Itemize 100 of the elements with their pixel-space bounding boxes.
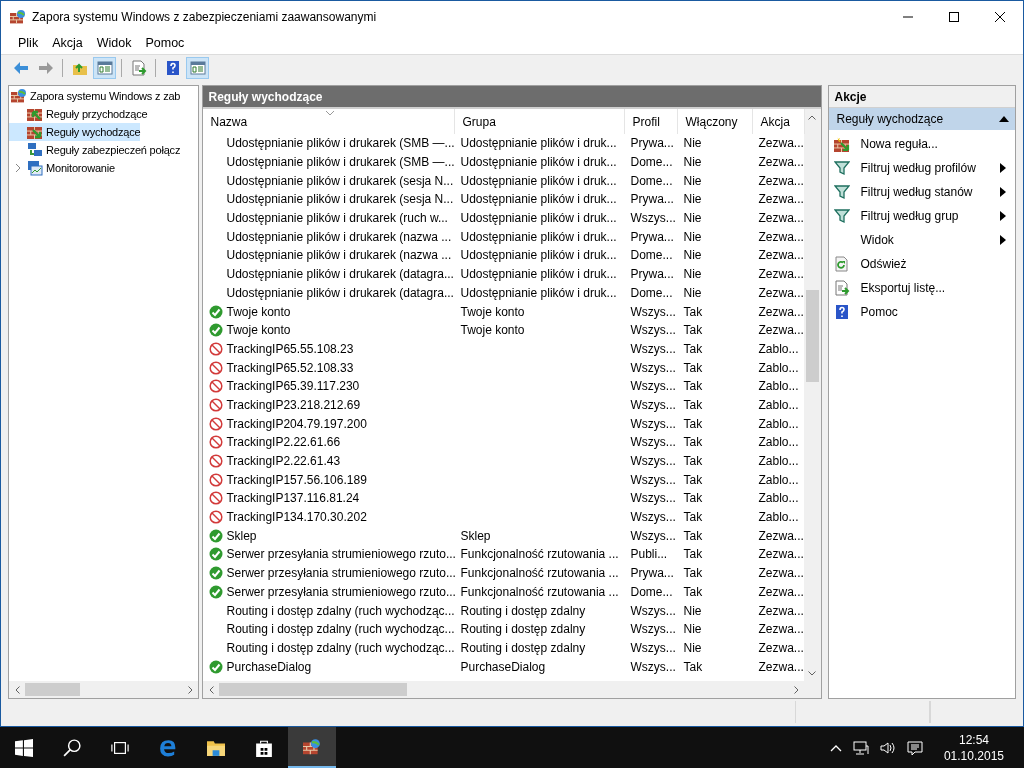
prohibited-icon <box>209 491 224 506</box>
toolbar-button[interactable] <box>186 57 209 79</box>
table-cell-text: Nie <box>682 284 703 302</box>
shopping-bag-icon <box>255 738 273 757</box>
table-cell: Serwer przesyłania strumieniowego rzuto... <box>203 563 456 583</box>
table-cell-text: Routing i dostęp zdalny (ruch wychodząc... <box>225 602 456 620</box>
check-circle-icon <box>209 323 224 338</box>
table-cell-text: Wszys... <box>629 490 677 508</box>
table-cell-text: Nie <box>682 210 703 228</box>
firewall-globe-icon <box>303 737 321 756</box>
scrollbar-thumb[interactable] <box>25 683 81 696</box>
table-cell: TrackingIP2.22.61.43 <box>203 451 456 471</box>
table-cell-text: Zezwa... <box>757 247 805 265</box>
help-icon <box>164 60 181 76</box>
horizontal-scrollbar[interactable] <box>9 681 199 698</box>
prohibited-icon <box>209 379 224 394</box>
tree-item[interactable]: Reguły zabezpieczeń połącz <box>9 141 181 159</box>
column-header[interactable]: Nazwa <box>203 109 456 134</box>
column-header[interactable]: Profil <box>625 109 679 134</box>
section-header[interactable]: Reguły wychodzące <box>829 108 1015 130</box>
table-cell-text: Tak <box>682 471 704 489</box>
scroll-left-icon[interactable] <box>209 685 214 694</box>
submenu-arrow-icon <box>1000 211 1006 221</box>
table-cell-text: Routing i dostęp zdalny <box>459 621 587 639</box>
maximize-icon <box>949 11 959 22</box>
action-item[interactable]: Filtruj według profilów <box>829 156 1015 180</box>
action-item[interactable]: Filtruj według grup <box>829 204 1015 228</box>
scrollbar-thumb[interactable] <box>219 683 408 696</box>
table-cell-text: Zablo... <box>757 415 800 433</box>
table-cell-text: Wszys... <box>629 359 677 377</box>
tree-item[interactable]: Reguły przychodzące <box>9 105 148 123</box>
table-cell-text: Zezwa... <box>757 565 805 583</box>
table-cell-text: Zezwa... <box>757 658 805 676</box>
table-cell-text: Nie <box>682 172 703 190</box>
tree-item[interactable]: Zapora systemu Windows z zab <box>9 87 199 105</box>
table-cell-text: Funkcjonalność rzutowania ... <box>459 565 620 583</box>
scrollbar-thumb[interactable] <box>806 290 820 382</box>
caret-up-icon[interactable] <box>829 743 842 752</box>
column-header[interactable]: Włączony <box>678 109 754 134</box>
table-cell-text: Udostępnianie plików i drukarek (datagra... <box>225 284 455 302</box>
table-cell-text: Dome... <box>629 154 674 172</box>
new-rule-icon <box>834 136 851 152</box>
tree-item[interactable]: Reguły wychodzące <box>9 123 141 141</box>
table-cell-text: Zablo... <box>757 340 800 358</box>
submenu-arrow-icon <box>1000 235 1006 245</box>
horizontal-scrollbar[interactable] <box>203 681 805 698</box>
table-cell-text: Wszys... <box>629 639 677 657</box>
clock[interactable]: 12:54 01.10.2015 <box>943 731 1004 764</box>
table-cell-text: Funkcjonalność rzutowania ... <box>459 583 620 601</box>
table-cell-text: Publi... <box>629 546 669 564</box>
table-cell-text: Wszys... <box>629 303 677 321</box>
vertical-scrollbar[interactable] <box>804 109 822 698</box>
table-cell: Sklep <box>203 526 456 546</box>
prohibited-icon <box>209 341 224 356</box>
table-cell-text: Funkcjonalność rzutowania ... <box>459 546 620 564</box>
network-icon[interactable] <box>852 739 869 756</box>
table-cell-text: Nie <box>682 191 703 209</box>
table-cell-text: Nie <box>682 602 703 620</box>
table-cell: TrackingIP134.170.30.202 <box>203 507 456 527</box>
table-cell-text: Zezwa... <box>757 228 805 246</box>
menu-item[interactable]: Plik <box>11 36 46 50</box>
action-item[interactable]: Nowa reguła... <box>829 132 1015 156</box>
scroll-up-icon[interactable] <box>808 114 817 120</box>
folder-icon <box>207 738 225 757</box>
table-cell-text: Udostępnianie plików i drukarek (sesja N... <box>225 191 455 209</box>
filter-icon <box>834 184 851 200</box>
table-cell-text: Wszys... <box>629 396 677 414</box>
pane-icon <box>96 60 113 76</box>
table-cell-text: Wszys... <box>629 322 677 340</box>
table-cell-text: Tak <box>682 322 704 340</box>
table-cell-text: Prywa... <box>629 228 675 246</box>
table-cell-text: Nie <box>682 621 703 639</box>
firewall-globe-icon <box>10 8 26 25</box>
action-item[interactable]: Odśwież <box>829 252 1015 276</box>
notification-icon[interactable] <box>906 739 923 756</box>
menu-item[interactable]: Akcja <box>45 36 90 50</box>
speaker-icon[interactable] <box>879 739 896 756</box>
table-cell-text: Routing i dostęp zdalny (ruch wychodząc... <box>225 621 456 639</box>
scroll-right-icon[interactable] <box>794 685 799 694</box>
scroll-left-icon[interactable] <box>14 685 20 694</box>
toolbar-button[interactable] <box>93 57 116 79</box>
tree-item[interactable]: Monitorowanie <box>9 159 115 177</box>
menu-item[interactable]: Pomoc <box>138 36 192 50</box>
table-cell-text: Nie <box>682 639 703 657</box>
table-cell-text: Udostępnianie plików i druk... <box>459 172 618 190</box>
table-cell-text: Prywa... <box>629 135 675 153</box>
table-cell-text: Zablo... <box>757 378 800 396</box>
scroll-right-icon[interactable] <box>188 685 193 694</box>
table-cell-text: PurchaseDialog <box>459 658 547 676</box>
action-item[interactable]: Widok <box>829 228 1015 252</box>
menu-item[interactable]: Widok <box>89 36 139 50</box>
submenu-arrow-icon <box>1000 163 1006 173</box>
table-cell: PurchaseDialog <box>203 657 456 676</box>
action-item[interactable]: Pomoc <box>829 300 1015 324</box>
action-item[interactable]: Filtruj według stanów <box>829 180 1015 204</box>
action-item[interactable]: Eksportuj listę... <box>829 276 1015 300</box>
scroll-down-icon[interactable] <box>808 670 817 676</box>
table-cell-text: Zablo... <box>757 396 800 414</box>
table-cell-text: Wszys... <box>629 527 677 545</box>
column-header[interactable]: Grupa <box>455 109 626 134</box>
